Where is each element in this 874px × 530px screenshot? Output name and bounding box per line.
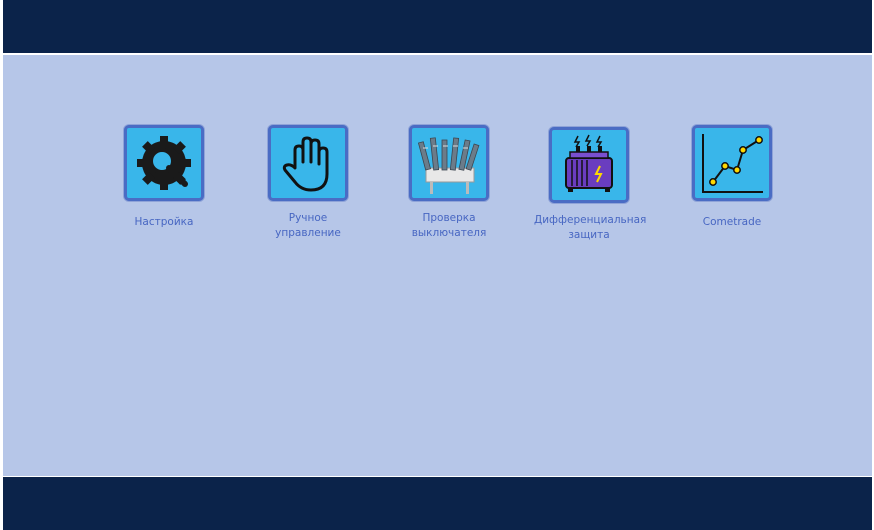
app-window: Настройка Ручное управление Проверка вык… xyxy=(3,0,872,530)
tile-settings[interactable]: Настройка xyxy=(109,125,219,230)
settings-label: Настройка xyxy=(134,216,194,228)
manual-control-label: Ручное управление xyxy=(275,212,341,239)
differential-icon-box[interactable] xyxy=(549,127,629,203)
tile-manual-control[interactable]: Ручное управление xyxy=(253,125,363,241)
breaker-check-label: Проверка выключателя xyxy=(411,212,487,239)
breaker-icon-box[interactable] xyxy=(409,125,489,201)
tile-differential-protection[interactable]: Дифференциальная защита xyxy=(534,127,647,243)
gear-wrench-icon xyxy=(137,136,191,190)
circuit-breaker-icon xyxy=(417,137,480,194)
differential-protection-label: Дифференциальная защита xyxy=(534,214,647,241)
cometrade-icon-box[interactable] xyxy=(692,125,772,201)
manual-icon-box[interactable] xyxy=(268,125,348,201)
main-panel: Настройка Ручное управление Проверка вык… xyxy=(3,55,872,476)
settings-icon-box[interactable] xyxy=(124,125,204,201)
footer-bar xyxy=(3,477,872,530)
cometrade-label: Cometrade xyxy=(702,216,762,228)
tile-breaker-check[interactable]: Проверка выключателя xyxy=(394,125,504,241)
hand-icon xyxy=(282,136,329,192)
tile-cometrade[interactable]: Cometrade xyxy=(677,125,787,230)
header-bar xyxy=(3,0,872,53)
transformer-icon xyxy=(565,134,613,192)
line-chart-icon xyxy=(702,134,763,193)
